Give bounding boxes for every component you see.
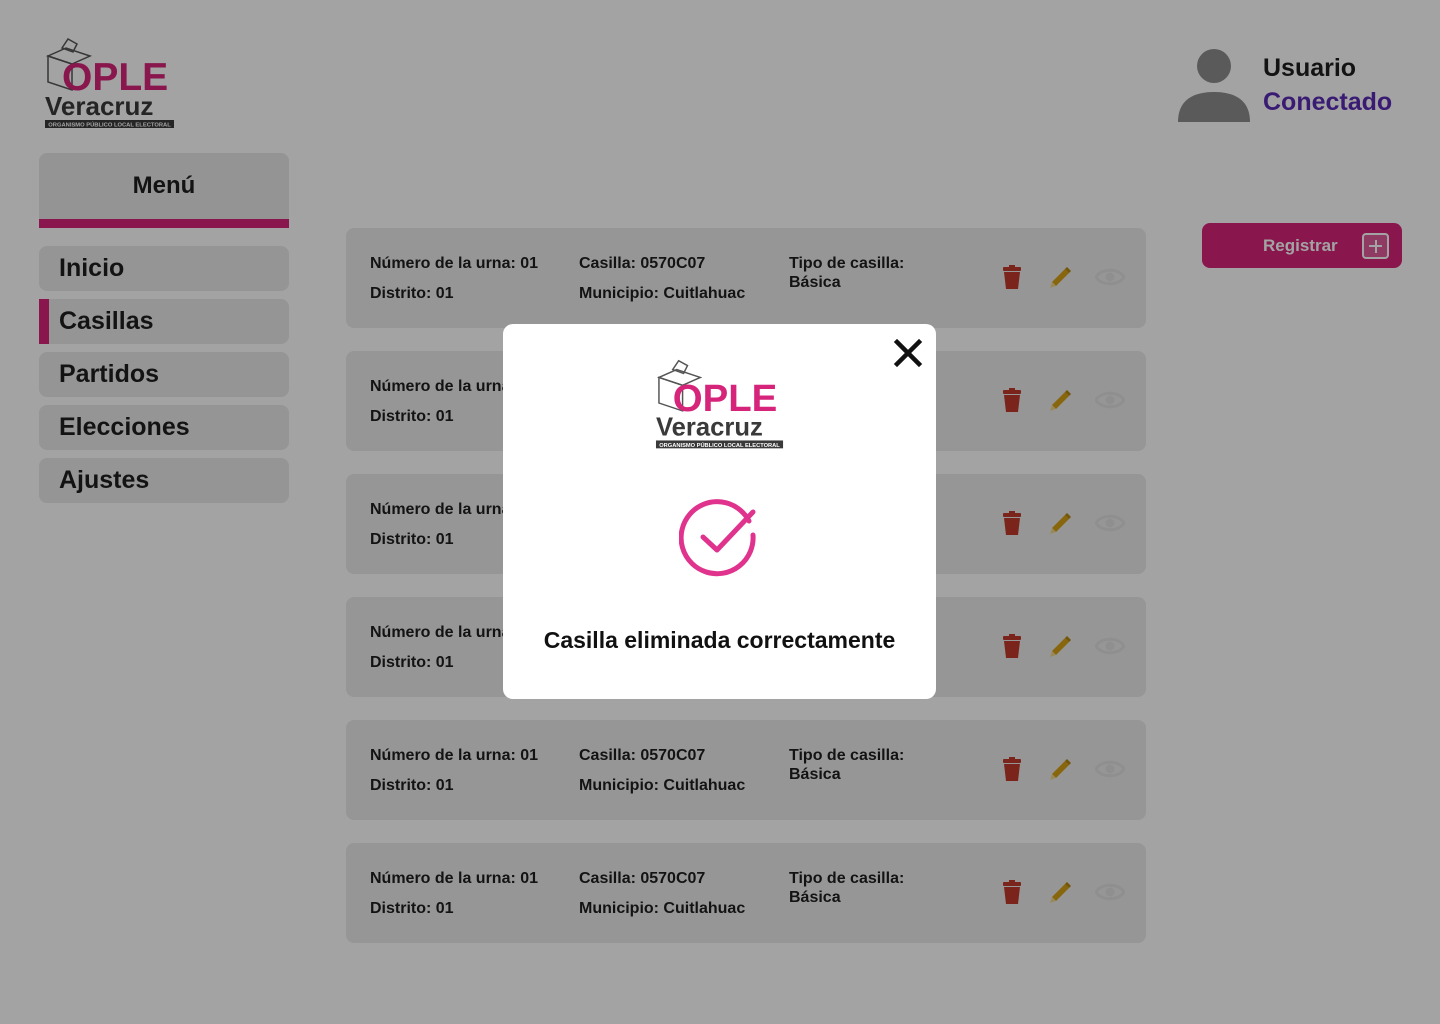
modal-ople-logo-graphic: OPLE Veracruz ORGANISMO PÚBLICO LOCAL EL… [655, 359, 784, 449]
modal-logo-subtitle-text: ORGANISMO PÚBLICO LOCAL ELECTORAL [659, 442, 780, 449]
modal-message: Casilla eliminada correctamente [543, 627, 896, 653]
check-circle-icon [678, 497, 761, 579]
app-root: OPLE Veracruz ORGANISMO PÚBLICO LOCAL EL… [0, 0, 1440, 1024]
modal-logo-state-text: Veracruz [656, 414, 763, 442]
modal-ople-logo: OPLE Veracruz ORGANISMO PÚBLICO LOCAL EL… [655, 359, 787, 451]
close-icon[interactable] [893, 338, 923, 368]
success-modal: OPLE Veracruz ORGANISMO PÚBLICO LOCAL EL… [503, 324, 936, 699]
